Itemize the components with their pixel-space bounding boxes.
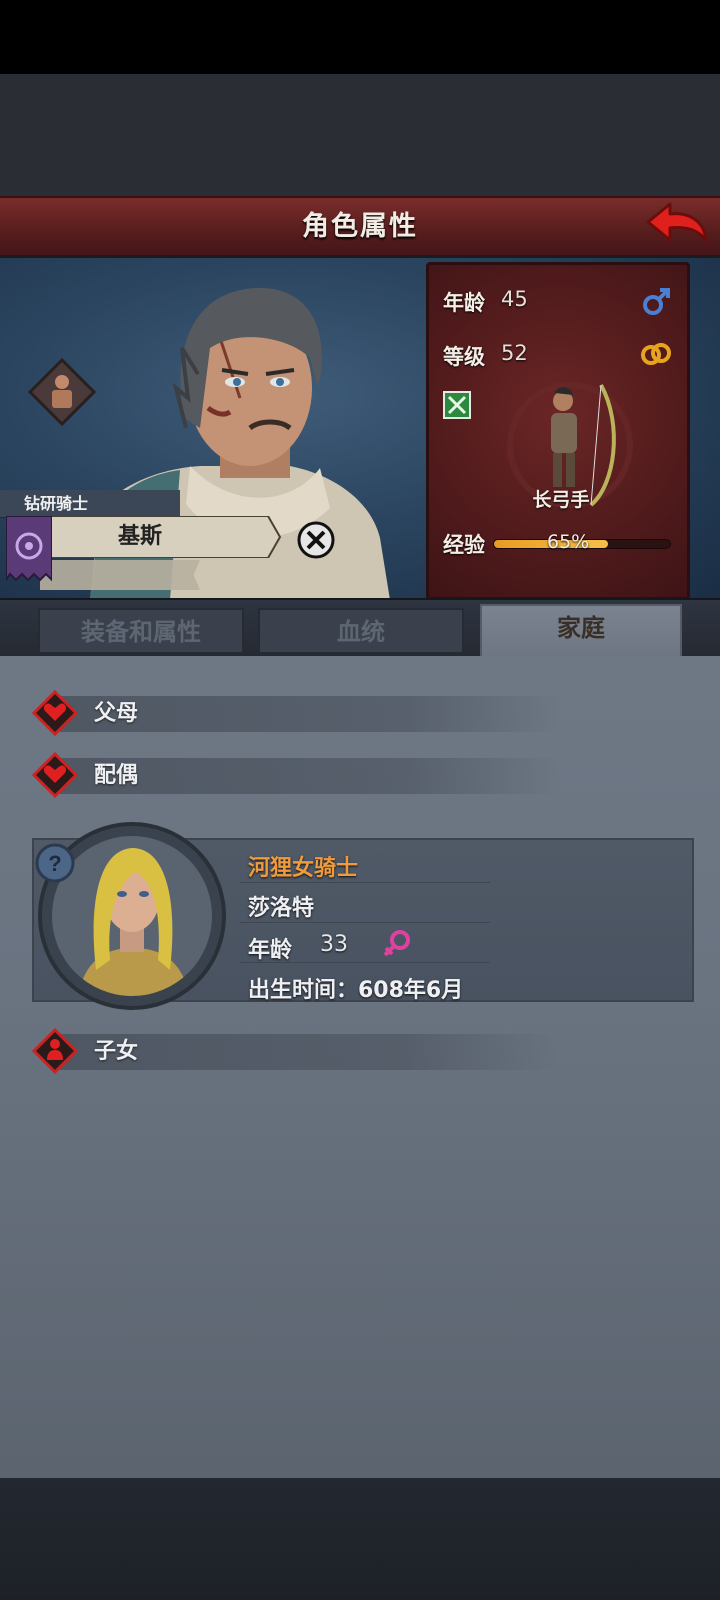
tab-strip: 装备和属性 血统 家庭	[0, 598, 720, 656]
back-arrow-icon[interactable]	[644, 200, 710, 252]
sub-ribbon	[40, 560, 200, 590]
status-bar	[0, 0, 720, 74]
knight-title: 钻研骑士	[24, 494, 89, 513]
level-label: 等级	[443, 345, 485, 369]
parents-label: 父母	[94, 701, 139, 726]
stats-panel: 年龄 45 等级 52 长弓手 经验 65%	[426, 262, 690, 600]
children-label: 子女	[94, 1039, 139, 1064]
card-divider	[240, 922, 490, 923]
card-divider	[240, 882, 490, 883]
age-label: 年龄	[443, 291, 485, 315]
tab-family[interactable]: 家庭	[480, 604, 682, 656]
spouse-name: 莎洛特	[248, 896, 315, 921]
age-value: 45	[501, 287, 528, 311]
wedding-rings-icon	[641, 343, 671, 365]
tab-bloodline[interactable]: 血统	[258, 608, 464, 654]
section-parents[interactable]: 父母	[30, 690, 560, 736]
spouse-title: 河狸女骑士	[248, 856, 359, 881]
help-icon[interactable]: ?	[34, 842, 76, 884]
character-name[interactable]: 基斯	[40, 516, 240, 558]
tab-equipment[interactable]: 装备和属性	[38, 608, 244, 654]
section-children[interactable]: 子女	[30, 1028, 560, 1074]
spouse-label: 配偶	[94, 763, 139, 788]
title-plate: 钻研骑士	[0, 490, 180, 518]
bottom-frame	[0, 1478, 720, 1600]
child-icon	[32, 1028, 78, 1074]
class-name: 长弓手	[532, 489, 590, 511]
svg-text:?: ?	[48, 851, 61, 876]
dismiss-icon[interactable]	[296, 520, 336, 560]
female-gender-icon	[383, 930, 410, 957]
spouse-age-label: 年龄	[248, 938, 293, 963]
heart-icon	[32, 690, 78, 736]
male-gender-icon	[643, 288, 670, 315]
heart-icon	[32, 752, 78, 798]
section-spouse[interactable]: 配偶	[30, 752, 560, 798]
house-sigil-icon	[6, 516, 52, 582]
status-checkbox-icon[interactable]	[443, 391, 471, 419]
spouse-birth: 出生时间：608年6月	[248, 978, 464, 1003]
exp-percent: 65%	[547, 531, 590, 553]
class-emblem-icon	[28, 358, 96, 426]
exp-label: 经验	[443, 533, 485, 557]
level-value: 52	[501, 341, 528, 365]
title-bar: 角色属性	[0, 196, 720, 258]
spouse-age-value: 33	[320, 932, 348, 957]
page-title: 角色属性	[302, 211, 418, 242]
